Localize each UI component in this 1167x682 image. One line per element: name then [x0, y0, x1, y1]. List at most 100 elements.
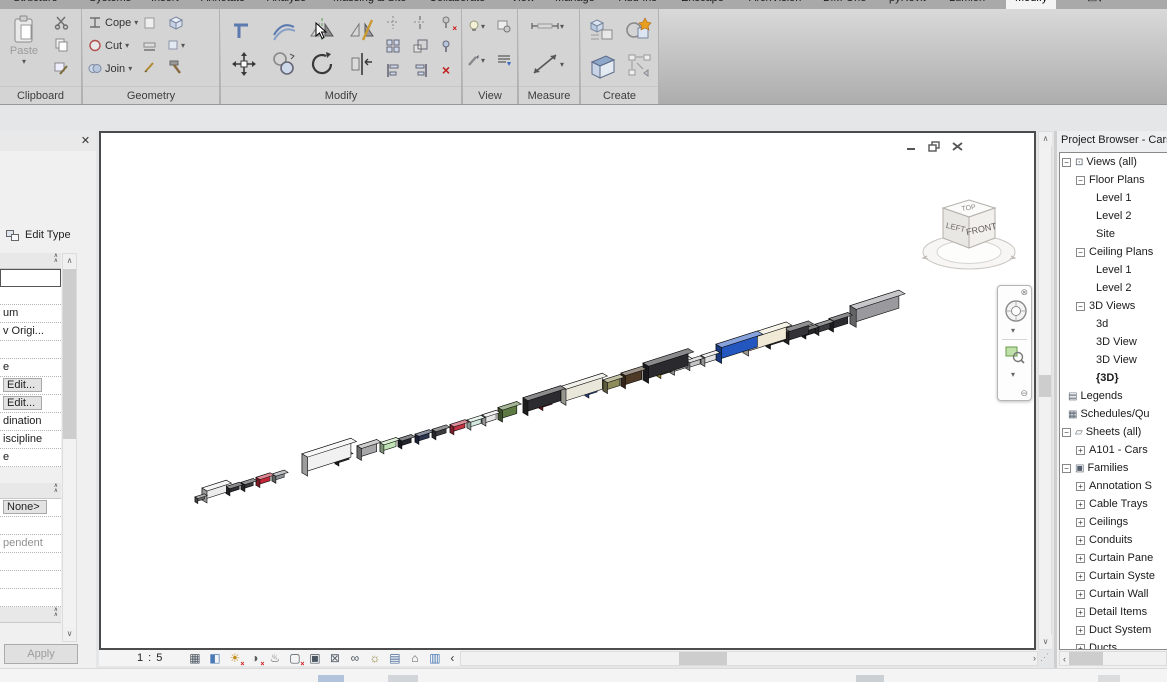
expand-node-icon[interactable]: +	[1076, 572, 1085, 581]
property-row[interactable]: None>	[0, 499, 61, 517]
panel-label-modify[interactable]: Modify	[221, 86, 461, 104]
align-left-button[interactable]	[384, 61, 402, 79]
expand-node-icon[interactable]: +	[1076, 482, 1085, 491]
vehicle-car[interactable]	[432, 425, 450, 440]
properties-scrollbar[interactable]: ∧ ∨	[62, 253, 77, 642]
restore-icon[interactable]	[928, 141, 941, 152]
displacement-sets-icon[interactable]: ▥	[427, 651, 442, 666]
expand-node-icon[interactable]: +	[1076, 590, 1085, 599]
expand-node-icon[interactable]: +	[1076, 626, 1085, 635]
align-right-button[interactable]	[411, 61, 429, 79]
tree-item--3d-[interactable]: {3D}	[1060, 369, 1167, 387]
align-button[interactable]	[347, 49, 377, 79]
tree-item-schedules-qu[interactable]: ▦Schedules/Qu	[1060, 405, 1167, 423]
tree-item-ceilings[interactable]: +Ceilings	[1060, 513, 1167, 531]
vehicle-semi-truck[interactable]	[302, 438, 357, 476]
panel-label-clipboard[interactable]: Clipboard	[0, 86, 81, 104]
tree-item-curtain-wall[interactable]: +Curtain Wall	[1060, 585, 1167, 603]
vehicle-car[interactable]	[256, 473, 274, 488]
ribbon-display-toggle-icon[interactable]: ▭▾	[1078, 0, 1112, 9]
shadows-icon[interactable]: ◑×	[247, 651, 262, 666]
cube-options-button[interactable]: ▾	[167, 36, 185, 54]
vehicle-bus[interactable]	[523, 386, 566, 416]
view-canvas[interactable]: TOP LEFT FRONT ⊗ ▾	[99, 131, 1036, 650]
zoom-region-icon[interactable]	[1005, 344, 1025, 364]
expand-node-icon[interactable]: +	[1076, 554, 1085, 563]
match-type-button[interactable]	[52, 59, 70, 77]
ribbon-tab-massing-site[interactable]: Massing & Site	[324, 0, 415, 9]
property-value-button[interactable]: Edit...	[3, 396, 42, 410]
cut-to-clipboard-button[interactable]	[52, 13, 70, 31]
vscroll-thumb[interactable]	[1039, 375, 1051, 397]
vehicle-car[interactable]	[272, 470, 288, 483]
ribbon-tab-collaborate[interactable]: Collaborate	[420, 0, 494, 9]
cope-button[interactable]: Cope▾	[88, 16, 138, 29]
property-value-button[interactable]: Edit...	[3, 378, 42, 392]
tree-item-cable-trays[interactable]: +Cable Trays	[1060, 495, 1167, 513]
paste-button[interactable]: Paste ▾	[2, 15, 46, 66]
properties-close-icon[interactable]: ✕	[78, 134, 93, 148]
expand-node-icon[interactable]: +	[1076, 446, 1085, 455]
collapse-node-icon[interactable]: −	[1076, 248, 1085, 257]
tree-item-level-2[interactable]: Level 2	[1060, 279, 1167, 297]
panel-label-geometry[interactable]: Geometry	[83, 86, 219, 104]
view-bar-collapse-icon[interactable]: ‹	[450, 651, 454, 665]
lock-3d-view-icon[interactable]: ⊠	[327, 651, 342, 666]
browser-hscroll-left-icon[interactable]: ‹	[1060, 654, 1069, 664]
expand-node-icon[interactable]: +	[1076, 500, 1085, 509]
edit-type-button[interactable]: Edit Type	[6, 229, 71, 241]
reveal-hidden-elements-icon[interactable]: ☼	[367, 651, 382, 666]
panel-label-measure[interactable]: Measure	[519, 86, 579, 104]
ribbon-tab-pyrevit[interactable]: pyRevit	[880, 0, 935, 9]
vehicle-semi-truck[interactable]	[643, 349, 694, 384]
sun-path-icon[interactable]: ☀×	[227, 651, 242, 666]
thin-lines-button[interactable]	[495, 51, 513, 69]
demolish-button[interactable]	[167, 58, 185, 76]
resize-grip[interactable]: ⋰	[1040, 652, 1049, 663]
viewport-hscrollbar[interactable]: ›	[460, 651, 1038, 666]
section-collapse-icon[interactable]: ∧∧	[54, 254, 58, 264]
vehicle-van[interactable]	[498, 402, 521, 423]
create-assembly-button[interactable]	[627, 53, 653, 79]
vscroll-up-icon[interactable]: ∧	[1039, 132, 1052, 146]
scale-button[interactable]	[411, 37, 429, 55]
pin-button[interactable]	[437, 37, 455, 55]
tree-item-curtain-syste[interactable]: +Curtain Syste	[1060, 567, 1167, 585]
move-button[interactable]	[229, 49, 259, 79]
tree-item-site[interactable]: Site	[1060, 225, 1167, 243]
collapse-node-icon[interactable]: −	[1076, 176, 1085, 185]
close-view-icon[interactable]	[951, 141, 964, 152]
edit-profile-button[interactable]	[141, 58, 159, 76]
crop-view-icon[interactable]: ▢×	[287, 651, 302, 666]
tree-item-duct-system[interactable]: +Duct System	[1060, 621, 1167, 639]
split-with-gap-button[interactable]	[411, 13, 429, 31]
steering-wheel-icon[interactable]	[1004, 299, 1028, 323]
minimize-icon[interactable]	[905, 141, 918, 152]
tree-item-3d[interactable]: 3d	[1060, 315, 1167, 333]
copy-to-clipboard-button[interactable]	[52, 35, 70, 53]
vehicle-bus[interactable]	[716, 331, 763, 364]
scroll-down-icon[interactable]: ∨	[63, 627, 76, 641]
unpin-button[interactable]: ×	[437, 13, 455, 31]
view-settings-button[interactable]	[495, 17, 513, 35]
ribbon-tab-bim-one[interactable]: BIM One	[814, 0, 875, 9]
expand-node-icon[interactable]: +	[1076, 536, 1085, 545]
ribbon-tab-analyze[interactable]: Analyze	[258, 0, 315, 9]
collapse-node-icon[interactable]: −	[1062, 464, 1071, 473]
rotate-button[interactable]	[307, 49, 337, 79]
property-value-button[interactable]: None>	[3, 500, 47, 514]
vehicle-truck[interactable]	[621, 366, 646, 388]
tree-item-detail-items[interactable]: +Detail Items	[1060, 603, 1167, 621]
expand-node-icon[interactable]: +	[1076, 608, 1085, 617]
detail-level-icon[interactable]: ▦	[187, 651, 202, 666]
section-collapse-icon[interactable]: ∧∧	[54, 484, 58, 494]
copy-button[interactable]	[269, 49, 299, 79]
tree-item-sheets-all-[interactable]: −▱Sheets (all)	[1060, 423, 1167, 441]
browser-hscroll-thumb[interactable]	[1069, 652, 1103, 665]
collapse-node-icon[interactable]: −	[1062, 428, 1071, 437]
temporary-view-properties-icon[interactable]: ▤	[387, 651, 402, 666]
tree-item-annotation-s[interactable]: +Annotation S	[1060, 477, 1167, 495]
tree-item-3d-view[interactable]: 3D View	[1060, 333, 1167, 351]
hidden-elements-button[interactable]: ▾	[467, 17, 485, 35]
cut-button[interactable]: Cut▾	[88, 39, 129, 52]
